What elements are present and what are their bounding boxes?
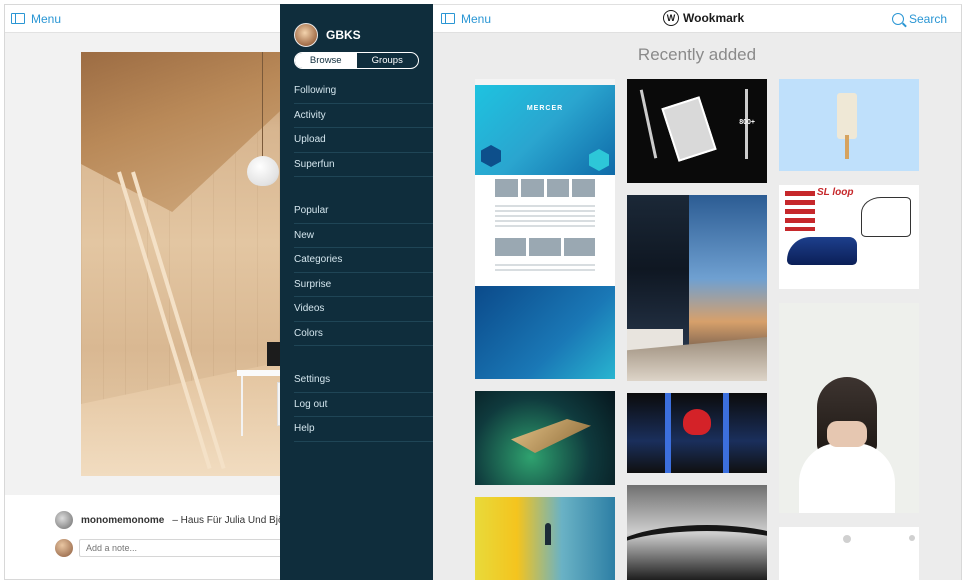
credit-avatar[interactable] (55, 511, 73, 529)
sidebar-toggle-icon (441, 13, 455, 24)
thumb-pen-label: 800+ (739, 119, 755, 126)
profile-avatar (294, 22, 318, 47)
profile-name: GBKS (326, 27, 361, 42)
note-row (55, 539, 299, 557)
sidebar-menu: GBKS Browse Groups Following Activity Up… (280, 4, 433, 580)
thumb-mercer-website[interactable]: MERCER (475, 79, 615, 379)
sidebar-item-activity[interactable]: Activity (294, 104, 433, 128)
sidebar-item-superfun[interactable]: Superfun (294, 153, 433, 177)
thumb-mercer-title: MERCER (526, 105, 564, 112)
user-avatar (55, 539, 73, 557)
detail-photo[interactable] (81, 52, 303, 476)
profile[interactable]: GBKS (280, 4, 433, 52)
thumb-interior-window[interactable] (627, 195, 767, 381)
browse-groups-toggle: Browse Groups (294, 52, 419, 69)
detail-menu-label: Menu (31, 11, 62, 26)
thumb-popsicle[interactable] (779, 79, 919, 171)
search-button[interactable]: Search (891, 11, 947, 26)
thumb-boat[interactable] (475, 391, 615, 485)
nav-group-personal: Following Activity Upload Superfun (280, 79, 433, 177)
sidebar-item-categories[interactable]: Categories (294, 248, 433, 273)
screen: Menu monomemonome – Haus Für Julia Und A… (0, 0, 966, 584)
note-input[interactable] (79, 539, 299, 557)
thumb-shoe-label: SL loop (817, 187, 854, 198)
detail-header: Menu (5, 5, 303, 33)
sidebar-toggle-icon (11, 13, 25, 24)
credit-username[interactable]: monomemonome (81, 515, 164, 526)
sidebar-item-videos[interactable]: Videos (294, 297, 433, 322)
tab-browse[interactable]: Browse (295, 53, 357, 68)
sidebar-item-upload[interactable]: Upload (294, 128, 433, 153)
detail-window: Menu monomemonome – Haus Für Julia Und A… (4, 4, 304, 580)
search-label: Search (908, 11, 947, 26)
nav-group-account: Settings Log out Help (280, 368, 433, 442)
main-menu-label: Menu (461, 11, 492, 26)
sidebar-item-settings[interactable]: Settings (294, 368, 433, 393)
main-menu-button[interactable]: Menu (441, 12, 491, 26)
thumb-escalator-umbrella[interactable] (627, 393, 767, 473)
nav-group-discover: Popular New Categories Surprise Videos C… (280, 199, 433, 346)
section-title: Recently added (637, 45, 757, 64)
thumb-sneaker-sketch[interactable]: SL loop (779, 185, 919, 289)
credit-row: monomemonome – Haus Für Julia Und Björn … (55, 511, 303, 529)
photo-ladder (109, 171, 226, 472)
sidebar-item-new[interactable]: New (294, 224, 433, 248)
photo-lamp (247, 52, 279, 186)
thumb-white-product[interactable] (779, 527, 919, 580)
sidebar-item-following[interactable]: Following (294, 79, 433, 104)
brand-name: Wookmark (683, 11, 745, 25)
detail-menu-button[interactable]: Menu (11, 12, 61, 26)
sidebar-item-logout[interactable]: Log out (294, 393, 433, 417)
thumb-pen-product[interactable]: 800+ (627, 79, 767, 183)
sidebar-item-help[interactable]: Help (294, 417, 433, 442)
thumb-woman-hair[interactable] (779, 303, 919, 513)
detail-footer: monomemonome – Haus Für Julia Und Björn … (5, 495, 303, 579)
main-window: Menu W Wookmark Search Recently added ME… (433, 4, 962, 580)
sidebar-item-colors[interactable]: Colors (294, 322, 433, 346)
sidebar-item-surprise[interactable]: Surprise (294, 273, 433, 297)
thumb-bridge[interactable] (627, 485, 767, 580)
main-header: Menu W Wookmark Search (433, 5, 961, 33)
search-icon (891, 12, 904, 25)
sidebar-item-popular[interactable]: Popular (294, 199, 433, 224)
tab-groups[interactable]: Groups (357, 53, 419, 68)
thumb-yellow-corridor[interactable] (475, 497, 615, 580)
brand[interactable]: W Wookmark (663, 10, 744, 26)
wookmark-logo-icon: W (663, 10, 679, 26)
